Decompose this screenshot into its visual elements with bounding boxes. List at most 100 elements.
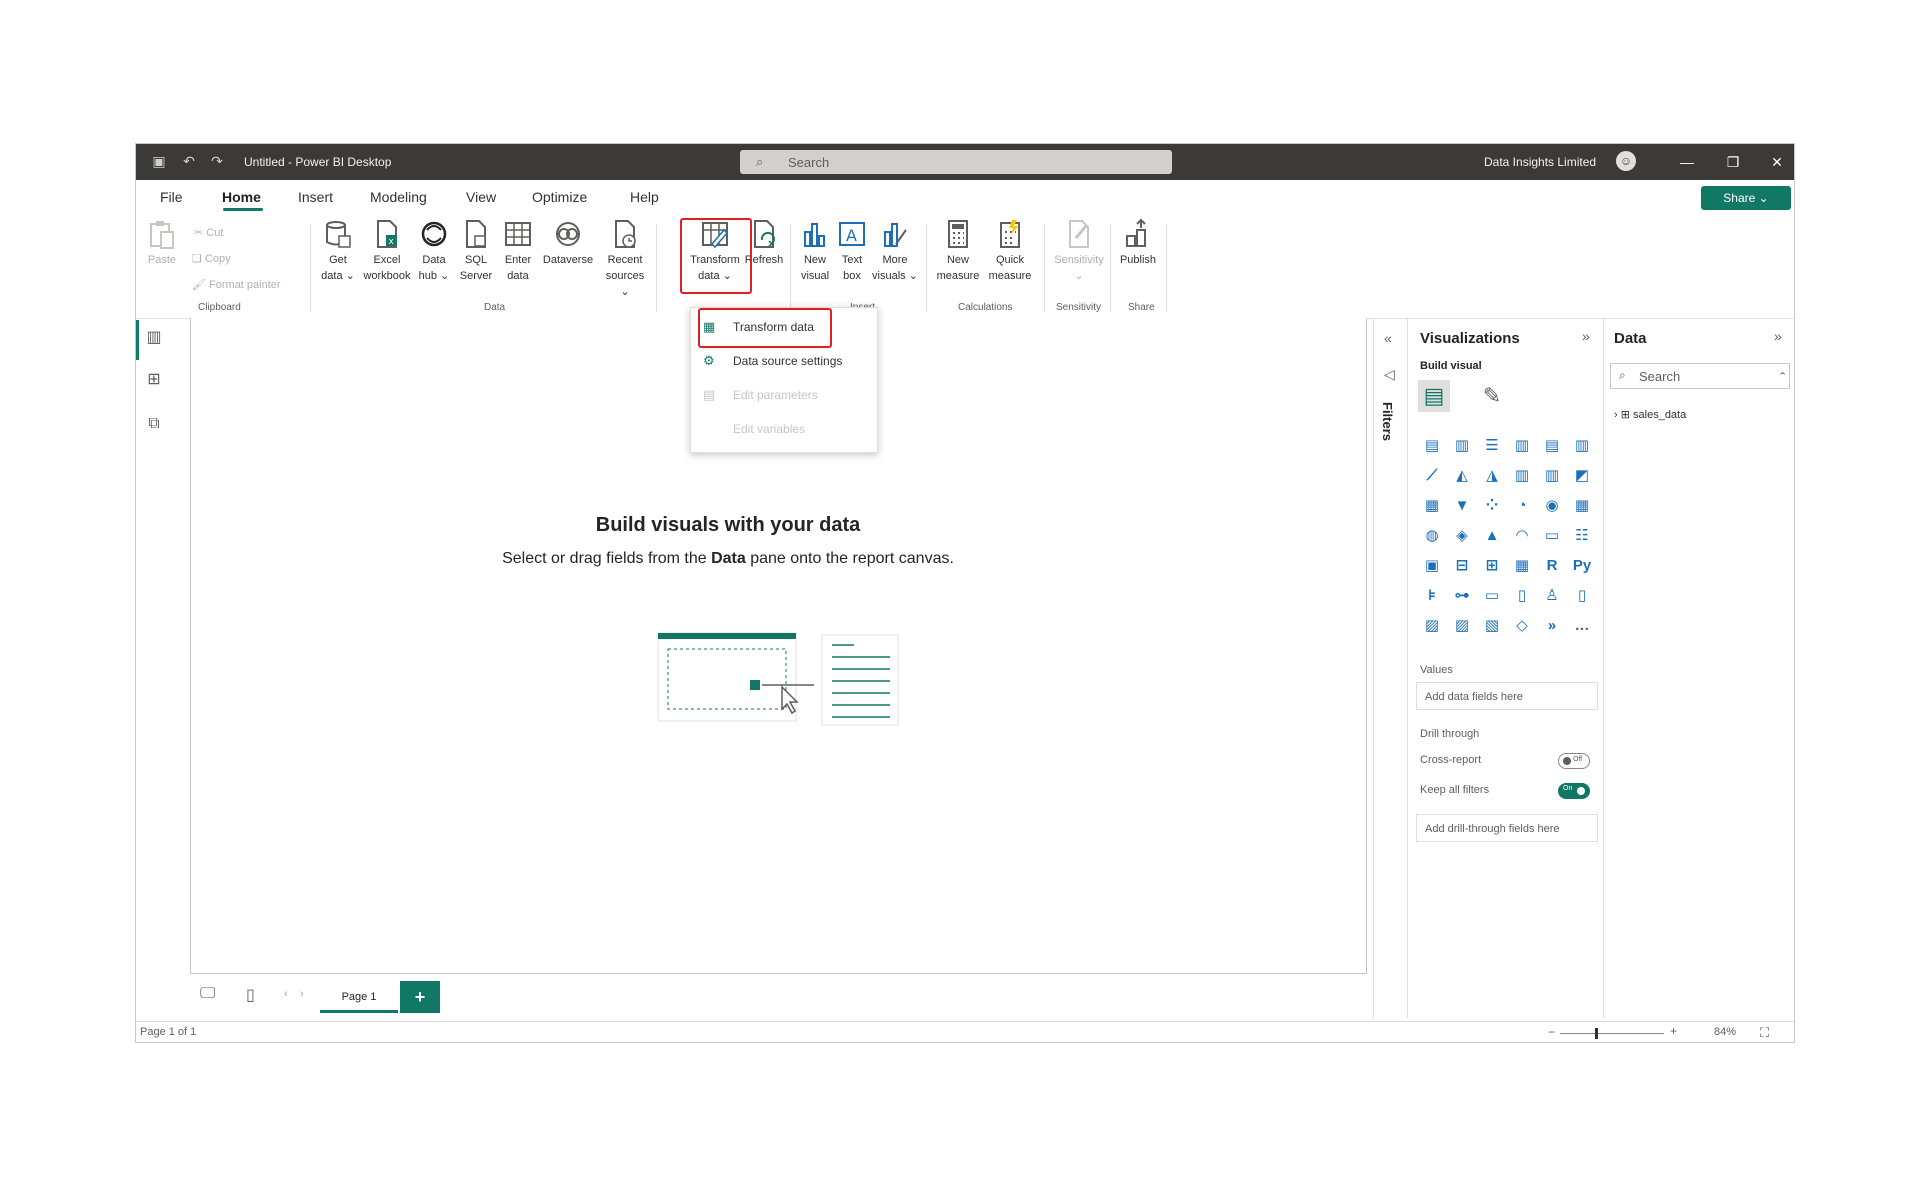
slicer-icon[interactable]: ⊟ xyxy=(1450,554,1474,578)
100-stacked-bar-chart-icon[interactable]: ▤ xyxy=(1540,434,1564,458)
arcgis-map-icon[interactable]: ▨ xyxy=(1420,614,1444,638)
chevron-visual-icon[interactable]: » xyxy=(1540,614,1564,638)
kpi-icon[interactable]: ▣ xyxy=(1420,554,1444,578)
collapse-data-pane-icon[interactable]: » xyxy=(1774,328,1782,344)
zoom-slider[interactable] xyxy=(1560,1033,1664,1034)
drill-through-well[interactable]: Add drill-through fields here xyxy=(1416,814,1598,842)
sql-server-button[interactable]: SQL Server xyxy=(458,218,494,284)
next-page-icon[interactable]: › xyxy=(300,988,304,1000)
cross-report-toggle[interactable]: Off xyxy=(1558,753,1590,769)
avatar[interactable]: ☺ xyxy=(1616,151,1636,171)
funnel-chart-icon[interactable]: ▼ xyxy=(1450,494,1474,518)
menu-help[interactable]: Help xyxy=(630,189,659,205)
python-visual-icon[interactable]: Py xyxy=(1570,554,1594,578)
treemap-icon[interactable]: ▦ xyxy=(1570,494,1594,518)
paginated-report-icon[interactable]: ▯ xyxy=(1570,584,1594,608)
map-icon[interactable]: ◍ xyxy=(1420,524,1444,548)
model-view-icon[interactable]: ⧉ xyxy=(144,414,164,434)
add-page-button[interactable]: + xyxy=(400,981,440,1013)
power-automate-icon[interactable]: ▧ xyxy=(1480,614,1504,638)
multi-row-card-icon[interactable]: ☷ xyxy=(1570,524,1594,548)
build-visual-tab-icon[interactable]: ▤ xyxy=(1418,380,1450,412)
page-tab-1[interactable]: Page 1 xyxy=(320,981,398,1013)
desktop-layout-icon[interactable]: 🖵 xyxy=(200,985,215,1003)
sensitivity-button[interactable]: Sensitivity ⌄ xyxy=(1050,218,1108,284)
menu-modeling[interactable]: Modeling xyxy=(370,189,427,205)
clustered-column-chart-icon[interactable]: ▥ xyxy=(1510,434,1534,458)
collapse-visualizations-icon[interactable]: » xyxy=(1582,328,1590,344)
100-stacked-column-chart-icon[interactable]: ▥ xyxy=(1570,434,1594,458)
table-visual-icon[interactable]: ⊞ xyxy=(1480,554,1504,578)
zoom-slider-thumb[interactable] xyxy=(1595,1028,1599,1039)
menu-file[interactable]: File xyxy=(160,189,183,205)
menu-home[interactable]: Home xyxy=(222,189,261,205)
share-button[interactable]: Share ⌄ xyxy=(1701,186,1791,210)
previous-page-icon[interactable]: ‹ xyxy=(284,988,288,1000)
keep-filters-toggle[interactable]: On xyxy=(1558,783,1590,799)
card-icon[interactable]: ▭ xyxy=(1540,524,1564,548)
copy-button[interactable]: ❏ Copy xyxy=(192,252,231,265)
format-visual-tab-icon[interactable]: ✎ xyxy=(1476,380,1508,412)
stacked-bar-chart-icon[interactable]: ▤ xyxy=(1420,434,1444,458)
smart-narrative-icon[interactable]: ▯ xyxy=(1510,584,1534,608)
format-painter-button[interactable]: 🖌 Format painter xyxy=(192,278,281,291)
zoom-out-icon[interactable]: − xyxy=(1548,1025,1555,1039)
zoom-in-icon[interactable]: + xyxy=(1670,1024,1677,1038)
line-clustered-column-chart-icon[interactable]: ▥ xyxy=(1510,464,1534,488)
line-chart-icon[interactable]: ⟋ xyxy=(1420,464,1444,488)
recent-sources-button[interactable]: Recent sources ⌄ xyxy=(602,218,648,300)
fit-to-page-icon[interactable]: ⛶ xyxy=(1760,1025,1769,1041)
ribbon-chart-icon[interactable]: ◩ xyxy=(1570,464,1594,488)
global-search-input[interactable]: ⌕ Search xyxy=(740,150,1172,174)
stacked-area-chart-icon[interactable]: ◮ xyxy=(1480,464,1504,488)
data-hub-button[interactable]: Data hub ⌄ xyxy=(414,218,454,284)
dataverse-button[interactable]: Dataverse xyxy=(538,218,598,268)
text-box-button[interactable]: A Text box xyxy=(836,218,868,284)
table-tree-item[interactable]: › ⊞ sales_data xyxy=(1614,408,1686,421)
redo-icon[interactable]: ↷ xyxy=(208,152,226,170)
quick-measure-button[interactable]: Quick measure xyxy=(984,218,1036,284)
more-visuals-button[interactable]: More visuals ⌄ xyxy=(870,218,920,284)
clustered-bar-chart-icon[interactable]: ☰ xyxy=(1480,434,1504,458)
azure-map-icon[interactable]: ▲ xyxy=(1480,524,1504,548)
new-measure-button[interactable]: New measure xyxy=(932,218,984,284)
matrix-icon[interactable]: ▦ xyxy=(1510,554,1534,578)
filters-pane-collapsed[interactable]: « ◁ Filters xyxy=(1373,318,1408,1018)
qa-icon[interactable]: ▭ xyxy=(1480,584,1504,608)
chevron-right-icon[interactable]: › xyxy=(1614,409,1618,421)
minimize-icon[interactable]: — xyxy=(1672,150,1702,174)
data-search-input[interactable]: ⌕ Search xyxy=(1610,363,1790,389)
new-visual-button[interactable]: New visual xyxy=(796,218,834,284)
paste-button[interactable]: Paste xyxy=(146,218,178,268)
enter-data-button[interactable]: Enter data xyxy=(500,218,536,284)
save-icon[interactable]: ▣ xyxy=(150,152,168,170)
pie-chart-icon[interactable]: ◔ xyxy=(1510,494,1534,518)
diamond-visual-icon[interactable]: ◇ xyxy=(1510,614,1534,638)
metrics-icon[interactable]: ♙ xyxy=(1540,584,1564,608)
filled-map-icon[interactable]: ◈ xyxy=(1450,524,1474,548)
menu-view[interactable]: View xyxy=(466,189,496,205)
stacked-column-chart-icon[interactable]: ▥ xyxy=(1450,434,1474,458)
decomposition-tree-icon[interactable]: ⊶ xyxy=(1450,584,1474,608)
line-stacked-column-chart-icon[interactable]: ▥ xyxy=(1540,464,1564,488)
menu-item-data-source-settings[interactable]: ⚙ Data source settings xyxy=(691,346,877,376)
donut-chart-icon[interactable]: ◉ xyxy=(1540,494,1564,518)
undo-icon[interactable]: ↶ xyxy=(180,152,198,170)
menu-insert[interactable]: Insert xyxy=(298,189,333,205)
close-icon[interactable]: ✕ xyxy=(1762,150,1792,174)
restore-icon[interactable]: ❐ xyxy=(1718,150,1748,174)
area-chart-icon[interactable]: ◭ xyxy=(1450,464,1474,488)
gauge-icon[interactable]: ◠ xyxy=(1510,524,1534,548)
publish-button[interactable]: Publish xyxy=(1116,218,1160,268)
mobile-layout-icon[interactable]: ▯ xyxy=(246,985,255,1005)
waterfall-chart-icon[interactable]: ▦ xyxy=(1420,494,1444,518)
excel-workbook-button[interactable]: x Excel workbook xyxy=(362,218,412,284)
menu-optimize[interactable]: Optimize xyxy=(532,189,587,205)
expand-filters-icon[interactable]: « xyxy=(1384,330,1392,346)
report-view-icon[interactable]: ▥ xyxy=(144,328,164,348)
r-script-visual-icon[interactable]: R xyxy=(1540,554,1564,578)
values-well[interactable]: Add data fields here xyxy=(1416,682,1598,710)
scatter-chart-icon[interactable]: ⁘ xyxy=(1480,494,1504,518)
power-apps-icon[interactable]: ▨ xyxy=(1450,614,1474,638)
get-data-button[interactable]: Get data ⌄ xyxy=(318,218,358,284)
